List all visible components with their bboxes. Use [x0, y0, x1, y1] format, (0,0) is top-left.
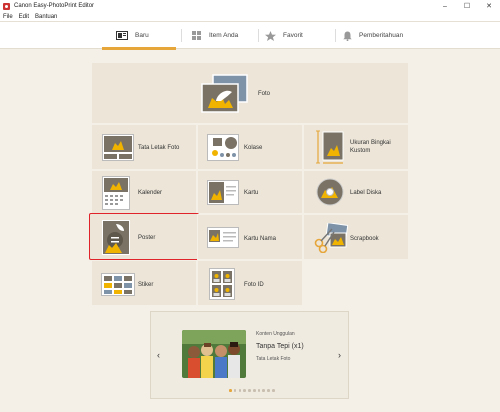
item-poster[interactable]: Poster	[89, 213, 199, 260]
item-scrapbook[interactable]: Scrapbook	[303, 214, 409, 260]
item-label: Ukuran Bingkai Kustom	[350, 139, 391, 155]
custom-size-icon	[315, 129, 345, 167]
featured-carousel: ‹ Konten Unggulan Tanpa Tepi (x1) Tata L…	[150, 311, 349, 399]
item-ukuran-bingkai-kustom[interactable]: Ukuran Bingkai Kustom	[303, 124, 409, 170]
carousel-dot[interactable]	[272, 389, 275, 392]
item-kolase[interactable]: Kolase	[197, 124, 303, 170]
carousel-dot[interactable]	[229, 389, 232, 392]
carousel-dot[interactable]	[252, 389, 256, 392]
item-label: Kalender	[138, 190, 163, 196]
item-label: Stiker	[138, 282, 154, 288]
sticker-icon	[101, 273, 135, 298]
item-foto[interactable]: Foto	[91, 62, 409, 124]
tab-label: Item Anda	[209, 32, 239, 39]
photo-layout-icon	[102, 134, 134, 163]
title-bar: Canon Easy-PhotoPrint Editor – ☐ ✕	[0, 0, 500, 12]
item-stiker[interactable]: Stiker	[91, 260, 197, 306]
item-label: Scrapbook	[350, 236, 379, 242]
featured-label: Konten Unggulan	[256, 331, 295, 337]
tab-divider	[335, 29, 336, 42]
new-icon	[116, 31, 128, 40]
scissors-icon	[314, 222, 349, 255]
item-label-diska[interactable]: Label Diska	[303, 170, 409, 214]
disc-icon	[316, 178, 344, 208]
carousel-dot[interactable]	[248, 389, 251, 392]
star-icon	[265, 30, 276, 41]
minimize-button[interactable]: –	[434, 0, 456, 12]
menu-edit[interactable]: Edit	[19, 14, 29, 20]
tab-item-anda[interactable]: Item Anda	[186, 22, 256, 49]
carousel-dot[interactable]	[262, 389, 266, 392]
tab-label: Favorit	[283, 32, 303, 39]
photo-icon	[199, 74, 249, 116]
item-label: Tata Letak Foto	[138, 145, 180, 151]
card-icon	[207, 180, 239, 207]
item-kalender[interactable]: Kalender	[91, 170, 197, 214]
featured-title: Tanpa Tepi (x1)	[256, 343, 304, 350]
menu-help[interactable]: Bantuan	[35, 14, 57, 20]
close-button[interactable]: ✕	[478, 0, 500, 12]
featured-subtitle: Tata Letak Foto	[256, 356, 291, 362]
item-kartu[interactable]: Kartu	[197, 170, 303, 214]
carousel-dot[interactable]	[267, 389, 270, 392]
calendar-icon	[102, 176, 130, 212]
item-kartu-nama[interactable]: Kartu Nama	[197, 214, 303, 260]
id-photo-icon	[209, 268, 235, 302]
grid-icon	[192, 31, 202, 40]
poster-icon	[102, 220, 130, 257]
window-title: Canon Easy-PhotoPrint Editor	[14, 3, 95, 9]
tab-label: Baru	[135, 32, 149, 39]
nav-bar: Baru Item Anda Favorit Pemberitahuan	[0, 22, 500, 50]
featured-photo[interactable]	[182, 330, 246, 378]
item-tata-letak-foto[interactable]: Tata Letak Foto	[91, 124, 197, 170]
menu-file[interactable]: File	[3, 14, 13, 20]
maximize-button[interactable]: ☐	[456, 0, 478, 12]
item-label: Label Diska	[350, 190, 382, 196]
business-card-icon	[207, 227, 239, 250]
item-label: Kartu	[244, 190, 259, 196]
carousel-next-button[interactable]: ›	[338, 350, 341, 360]
item-label: Foto ID	[244, 282, 264, 288]
carousel-dot[interactable]	[233, 389, 237, 392]
bell-icon	[343, 31, 352, 41]
tab-favorit[interactable]: Favorit	[262, 22, 332, 49]
item-label-line: Ukuran Bingkai Kustom	[350, 140, 391, 154]
item-label: Kolase	[244, 145, 263, 151]
tab-baru[interactable]: Baru	[102, 22, 176, 50]
carousel-pagination	[229, 389, 277, 392]
tab-divider	[258, 29, 259, 42]
carousel-dot[interactable]	[238, 389, 242, 392]
app-icon	[3, 2, 10, 10]
carousel-dot[interactable]	[257, 389, 261, 392]
item-label: Poster	[138, 235, 156, 241]
carousel-prev-button[interactable]: ‹	[157, 350, 160, 360]
tab-label: Pemberitahuan	[359, 32, 404, 39]
tab-divider	[181, 29, 182, 42]
item-label: Kartu Nama	[244, 236, 277, 242]
carousel-dot[interactable]	[243, 389, 246, 392]
collage-icon	[207, 134, 239, 163]
item-label: Foto	[258, 91, 271, 97]
item-foto-id[interactable]: Foto ID	[197, 260, 303, 306]
tab-pemberitahuan[interactable]: Pemberitahuan	[340, 22, 430, 49]
menu-bar: File Edit Bantuan	[0, 12, 500, 22]
window-controls: – ☐ ✕	[434, 0, 500, 12]
